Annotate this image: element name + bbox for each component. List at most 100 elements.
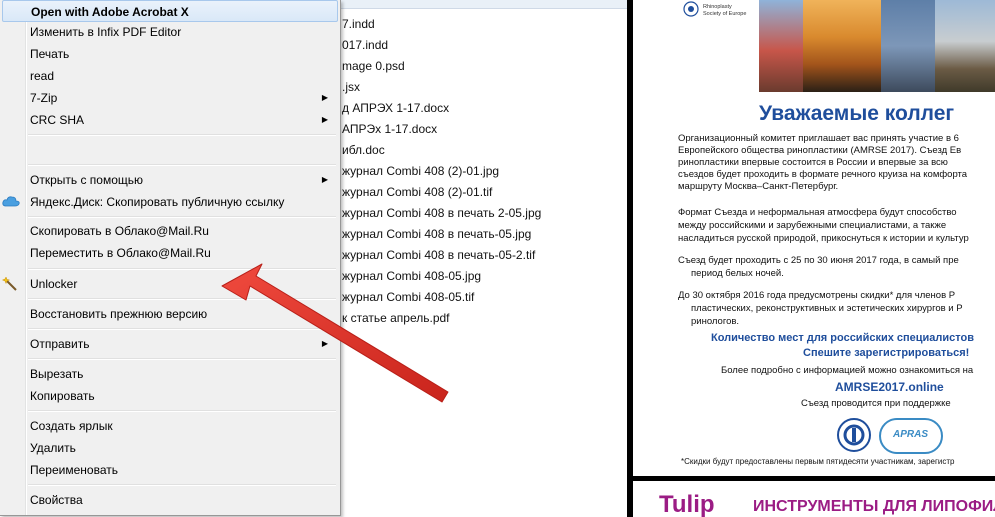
pdf-footnote: *Скидки будут предоставлены первым пятид… — [681, 457, 955, 466]
submenu-arrow-icon: ▶ — [321, 93, 328, 102]
menu-separator — [28, 134, 336, 136]
pdf-support-line: Съезд проводится при поддержке — [801, 398, 951, 409]
pdf-text-line: Формат Съезда и неформальная атмосфера б… — [678, 207, 957, 218]
menu-item-7zip[interactable]: 7-Zip ▶ — [2, 87, 338, 109]
menu-item-label: Unlocker — [30, 277, 78, 291]
tulip-brand: Tulip — [659, 491, 715, 517]
file-row[interactable]: журнал Combi 408 в печать-05.jpg — [342, 224, 531, 244]
sponsor-seal-right-text: APRAS — [893, 429, 929, 440]
pdf-preview-pane: Rhinoplasty Society of Europe Уважаемые … — [633, 0, 995, 517]
menu-item-send-to[interactable]: Отправить ▶ — [2, 333, 338, 355]
pdf-text-line: между российскими и зарубежными специали… — [678, 220, 947, 231]
svg-text:Rhinoplasty: Rhinoplasty — [703, 4, 732, 10]
cloud-icon — [2, 194, 20, 210]
menu-item-label: Переименовать — [30, 463, 118, 477]
menu-item-rename[interactable]: Переименовать — [2, 459, 338, 481]
menu-item-label: Яндекс.Диск: Скопировать публичную ссылк… — [30, 195, 285, 209]
menu-separator — [28, 410, 336, 412]
file-row[interactable]: журнал Combi 408-05.jpg — [342, 266, 481, 286]
menu-item-label: Удалить — [30, 441, 76, 455]
file-row[interactable]: к статье апрель.pdf — [342, 308, 450, 328]
magic-wand-icon — [1, 276, 20, 292]
file-row[interactable]: 017.indd — [342, 35, 388, 55]
menu-item-infix-edit[interactable]: Изменить в Infix PDF Editor — [2, 21, 338, 43]
svg-text:Society of Europe: Society of Europe — [703, 11, 746, 17]
menu-separator — [28, 358, 336, 360]
menu-item-open-acrobat[interactable]: Open with Adobe Acrobat X — [2, 0, 338, 22]
submenu-arrow-icon: ▶ — [321, 115, 328, 124]
sponsor-seal-right: APRAS — [879, 418, 943, 454]
menu-separator — [28, 484, 336, 486]
pdf-info-line: Более подробно с информацией можно ознак… — [721, 365, 974, 376]
menu-item-label: Восстановить прежнюю версию — [30, 307, 208, 321]
file-row[interactable]: ибл.doc — [342, 140, 385, 160]
pdf-website-link: AMRSE2017.online — [835, 380, 944, 394]
menu-item-label: Свойства — [30, 493, 83, 507]
pdf-text-line: ринологов. — [691, 316, 740, 327]
menu-separator — [28, 164, 336, 166]
pdf-highlight-line: Спешите зарегистрироваться! — [803, 347, 970, 359]
file-row[interactable]: журнал Combi 408-05.tif — [342, 287, 474, 307]
file-row[interactable]: д АПРЭХ 1-17.docx — [342, 98, 449, 118]
menu-item-move-mailru[interactable]: Переместить в Облако@Mail.Ru — [2, 242, 338, 264]
file-row[interactable]: АПРЭх 1-17.docx — [342, 119, 437, 139]
submenu-arrow-icon: ▶ — [321, 339, 328, 348]
file-row[interactable]: журнал Combi 408 в печать-05-2.tif — [342, 245, 535, 265]
menu-item-copy[interactable]: Копировать — [2, 385, 338, 407]
menu-item-label: Вырезать — [30, 367, 84, 381]
menu-item-label: Копировать — [30, 389, 95, 403]
menu-item-print[interactable]: Печать — [2, 43, 338, 65]
pdf-text-line: съездов будет проходить в формате речног… — [678, 169, 968, 180]
menu-item-label: Изменить в Infix PDF Editor — [30, 25, 182, 39]
file-row[interactable]: .jsx — [342, 77, 360, 97]
context-menu: Open with Adobe Acrobat X Изменить в Inf… — [0, 0, 341, 516]
file-row[interactable]: журнал Combi 408 в печать 2-05.jpg — [342, 203, 541, 223]
menu-item-label: read — [30, 69, 55, 83]
menu-item-label: CRC SHA — [30, 113, 85, 127]
page-break-band — [633, 476, 995, 481]
menu-item-label: Создать ярлык — [30, 419, 113, 433]
pdf-text-line: Съезд будет проходить с 25 по 30 июня 20… — [678, 255, 959, 266]
header-photo-collage — [759, 0, 995, 92]
menu-separator — [28, 298, 336, 300]
pdf-text-line: Европейского общества ринопластики (AMRS… — [678, 145, 962, 156]
menu-item-cut[interactable]: Вырезать — [2, 363, 338, 385]
file-row[interactable]: журнал Combi 408 (2)-01.jpg — [342, 161, 499, 181]
menu-separator — [28, 328, 336, 330]
menu-item-unlocker[interactable]: Unlocker — [1, 273, 338, 295]
menu-item-yandex-disk[interactable]: Яндекс.Диск: Скопировать публичную ссылк… — [2, 191, 338, 213]
menu-item-copy-mailru[interactable]: Скопировать в Облако@Mail.Ru — [2, 220, 338, 242]
file-row[interactable]: 7.indd — [342, 14, 375, 34]
menu-item-label: Переместить в Облако@Mail.Ru — [30, 246, 211, 260]
pdf-text-line: пластических, реконструктивных и эстетич… — [691, 303, 963, 314]
menu-item-properties[interactable]: Свойства — [2, 489, 338, 511]
sponsor-seal-left — [837, 418, 871, 452]
menu-item-delete[interactable]: Удалить — [2, 437, 338, 459]
menu-item-create-shortcut[interactable]: Создать ярлык — [2, 415, 338, 437]
pdf-text-line: насладиться русской природой, прикоснуть… — [678, 233, 969, 244]
menu-item-crc-sha[interactable]: CRC SHA ▶ — [2, 109, 338, 131]
menu-item-label: Скопировать в Облако@Mail.Ru — [30, 224, 209, 238]
menu-item-label: Open with Adobe Acrobat X — [31, 5, 189, 19]
pdf-text-line: ринопластики впервые состоится в России … — [678, 157, 948, 168]
menu-item-label: 7-Zip — [30, 91, 58, 105]
tulip-tagline: ИНСТРУМЕНТЫ ДЛЯ ЛИПОФИЛ — [753, 498, 995, 515]
pdf-highlight-line: Количество мест для российских специалис… — [711, 332, 975, 344]
pdf-text-line: период белых ночей. — [691, 268, 784, 279]
menu-item-open-with[interactable]: Открыть с помощью ▶ — [2, 169, 338, 191]
menu-item-label: Печать — [30, 47, 70, 61]
menu-separator — [28, 268, 336, 270]
file-row[interactable]: mage 0.psd — [342, 56, 405, 76]
menu-item-restore-version[interactable]: Восстановить прежнюю версию — [2, 303, 338, 325]
menu-item-label: Открыть с помощью — [30, 173, 144, 187]
menu-separator — [28, 216, 336, 218]
pdf-text-line: маршруту Москва–Санкт-Петербург. — [678, 181, 839, 192]
rhinoplasty-society-logo: Rhinoplasty Society of Europe — [681, 0, 751, 22]
pdf-text-line: Организационный комитет приглашает вас п… — [678, 133, 959, 144]
file-row[interactable]: журнал Combi 408 (2)-01.tif — [342, 182, 492, 202]
file-list-header — [340, 0, 627, 9]
menu-item-label: Отправить — [30, 337, 90, 351]
menu-item-read[interactable]: read — [2, 65, 338, 87]
menu-item-blank[interactable] — [2, 138, 338, 160]
pdf-text-line: До 30 октября 2016 года предусмотрены ск… — [678, 290, 956, 301]
